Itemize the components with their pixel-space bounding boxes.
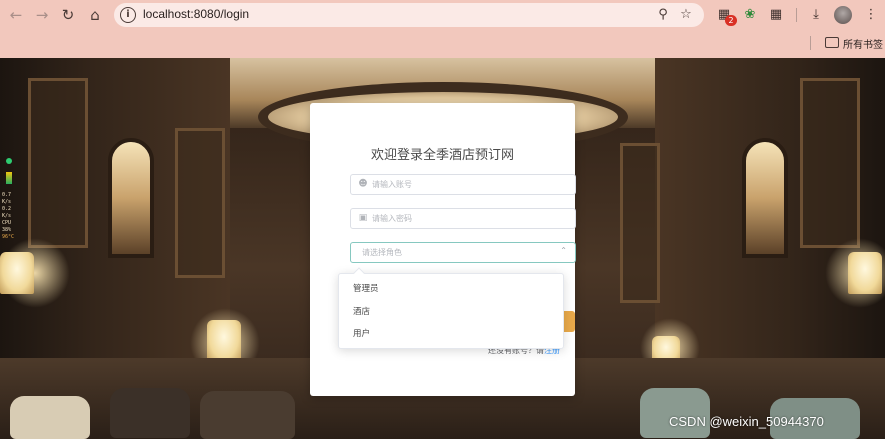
csdn-watermark: CSDN @weixin_50944370 (669, 414, 824, 429)
system-monitor-widget: 0.7 K/s 0.2 K/s CPU 38% 96°C (2, 158, 20, 241)
menu-kebab-icon[interactable]: ⋮ (862, 6, 880, 24)
extension-badge: 2 (725, 15, 737, 26)
login-title: 欢迎登录全季酒店预订网 (370, 148, 514, 163)
reload-icon[interactable]: ↻ (58, 5, 78, 25)
sofa (10, 396, 90, 439)
forward-icon[interactable]: → (32, 5, 52, 25)
role-option-hotel[interactable]: 酒店 (339, 301, 565, 323)
net-up-unit: K/s (2, 199, 12, 205)
address-bar[interactable]: i localhost:8080/login ⚲ ☆ (114, 3, 704, 27)
site-info-icon[interactable]: i (120, 7, 136, 23)
net-down-value: 0.2 (2, 206, 12, 212)
extensions-puzzle-icon[interactable]: ▦ (767, 6, 785, 24)
profile-avatar[interactable] (834, 6, 852, 24)
wall-panel (28, 78, 88, 248)
wall-lamp (0, 252, 34, 294)
load-bar (6, 172, 12, 184)
arched-window (108, 138, 154, 258)
role-select[interactable]: 请选择角色 ⌃ (350, 242, 576, 263)
cpu-label: CPU (2, 220, 12, 226)
table-lamp (207, 320, 241, 362)
arched-window (742, 138, 788, 258)
browser-chrome: ← → ↻ ⌂ i localhost:8080/login ⚲ ☆ ▦ 2 ❀ … (0, 0, 885, 58)
net-down-unit: K/s (2, 213, 12, 219)
username-field[interactable]: ☻ 请输入账号 (350, 174, 576, 195)
password-placeholder: 请输入密码 (372, 214, 412, 223)
armchair (200, 391, 295, 439)
role-dropdown: 管理员 酒店 用户 (338, 267, 565, 349)
wall-panel (175, 128, 225, 278)
bookmarks-divider (810, 36, 811, 50)
download-icon[interactable]: ⤓ (807, 6, 825, 24)
toolbar-divider (796, 8, 797, 22)
wall-panel (620, 143, 660, 303)
extension-leaf-icon[interactable]: ❀ (741, 6, 759, 24)
net-up-value: 0.7 (2, 192, 12, 198)
wall-lamp (848, 252, 882, 294)
browser-toolbar: ← → ↻ ⌂ i localhost:8080/login ⚲ ☆ ▦ 2 ❀ … (0, 0, 885, 30)
chevron-up-icon: ⌃ (560, 246, 567, 255)
armchair (640, 388, 710, 438)
lock-icon: ▣ (358, 213, 368, 223)
role-option-admin[interactable]: 管理员 (339, 278, 565, 300)
password-field[interactable]: ▣ 请输入密码 (350, 208, 576, 229)
armchair (110, 388, 190, 438)
username-placeholder: 请输入账号 (372, 180, 412, 189)
folder-icon[interactable] (825, 37, 839, 48)
home-icon[interactable]: ⌂ (85, 5, 105, 25)
cpu-temp: 96°C (2, 234, 15, 240)
login-card: 欢迎登录全季酒店预订网 ☻ 请输入账号 ▣ 请输入密码 请选择角色 ⌃ 还没有账… (310, 103, 576, 396)
all-bookmarks-link[interactable]: 所有书签 (843, 36, 883, 51)
role-option-user[interactable]: 用户 (339, 323, 565, 345)
address-url[interactable]: localhost:8080/login (143, 7, 249, 21)
back-icon[interactable]: ← (6, 5, 26, 25)
wall-panel (800, 78, 860, 248)
bookmarks-bar: 所有书签 (0, 31, 885, 55)
user-icon: ☻ (358, 179, 368, 189)
role-placeholder: 请选择角色 (362, 248, 402, 257)
extension-icon[interactable]: ▦ 2 (715, 6, 737, 26)
bookmark-star-icon[interactable]: ☆ (678, 7, 694, 23)
cpu-usage: 38% (2, 227, 12, 233)
status-dot (6, 158, 12, 164)
zoom-icon[interactable]: ⚲ (655, 7, 671, 23)
